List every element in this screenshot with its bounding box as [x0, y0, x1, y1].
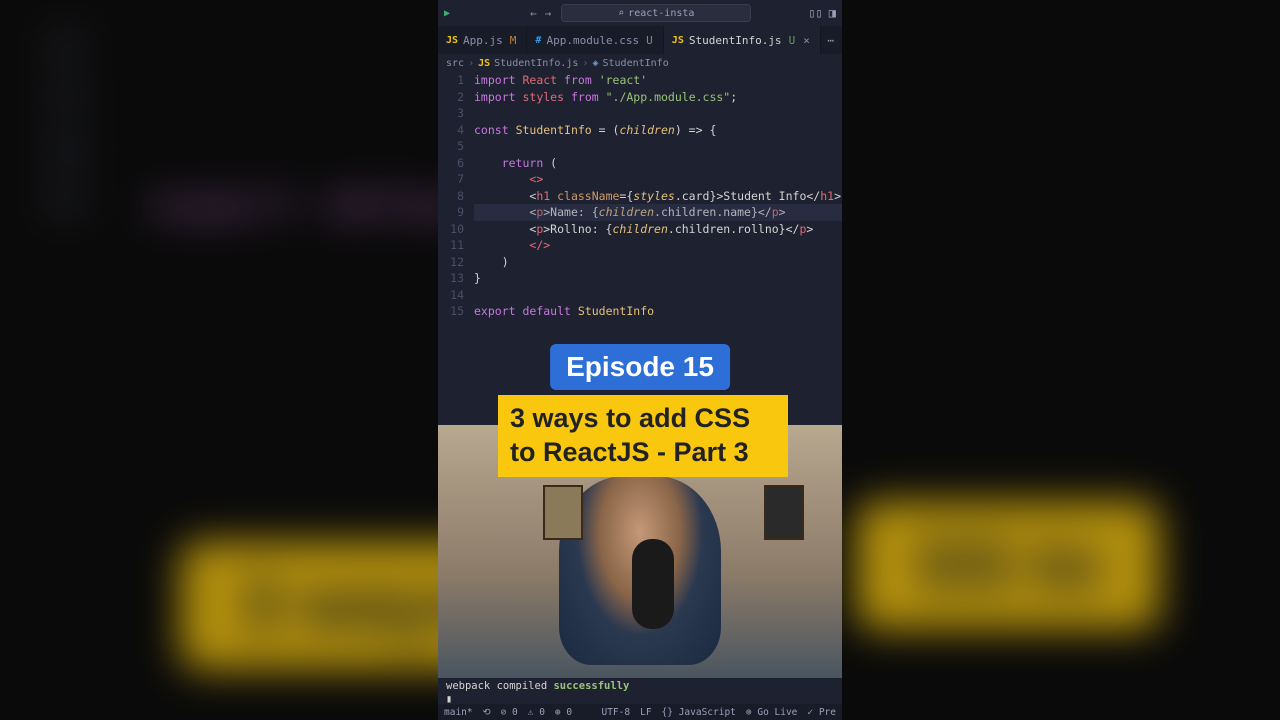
episode-badge: Episode 15	[550, 344, 730, 390]
tab-bar: JS App.js M # App.module.css U JS Studen…	[438, 26, 842, 54]
bg-ln: 13	[40, 72, 88, 124]
errors-button[interactable]: ⊘ 0	[501, 707, 518, 718]
run-icon[interactable]: ▶	[444, 8, 450, 19]
untracked-icon: U	[789, 34, 796, 47]
symbol-icon: ◈	[592, 58, 598, 69]
chevron-right-icon: ›	[582, 58, 588, 69]
tab-appjs[interactable]: JS App.js M	[438, 26, 527, 54]
untracked-icon: U	[646, 34, 653, 47]
back-icon[interactable]: ←	[530, 7, 537, 20]
video-title: 3 ways to add CSS to ReactJS - Part 3	[498, 395, 788, 477]
bg-ln: 14	[40, 124, 88, 176]
layout-icons: ▯▯ ◨	[808, 6, 836, 20]
sync-icon[interactable]: ⟲	[483, 707, 491, 718]
tab-studentinfo[interactable]: JS StudentInfo.js U ×	[664, 26, 821, 54]
close-icon[interactable]: ×	[803, 34, 810, 47]
eol-button[interactable]: LF	[640, 707, 651, 718]
panel-left-icon[interactable]: ▯▯	[808, 6, 822, 20]
titlebar: ▶ ← → ⌕ react-insta ▯▯ ◨	[438, 0, 842, 26]
tabs-overflow[interactable]: ⋯	[827, 26, 842, 54]
statusbar: main* ⟲ ⊘ 0 ⚠ 0 ⊕ 0 UTF-8 LF {} JavaScri…	[438, 704, 842, 720]
ports-button[interactable]: ⊕ 0	[555, 707, 572, 718]
js-icon: JS	[446, 35, 458, 46]
language-button[interactable]: {} JavaScript	[662, 707, 736, 718]
wall-frame	[764, 485, 804, 540]
search-text: react-insta	[628, 8, 694, 19]
line-highlight	[474, 204, 842, 221]
js-icon: JS	[478, 58, 490, 69]
panel-right-icon[interactable]: ◨	[829, 6, 836, 20]
chevron-right-icon: ›	[468, 58, 474, 69]
bg-gutter: 12 13 14 15	[40, 20, 88, 228]
search-icon: ⌕	[618, 8, 624, 19]
css-icon: #	[535, 35, 541, 46]
crumb-symbol: StudentInfo	[603, 58, 669, 69]
warnings-button[interactable]: ⚠ 0	[528, 707, 545, 718]
nav-arrows: ← →	[530, 7, 551, 20]
bg-yellow-right: SS to	[856, 501, 1160, 630]
microphone	[632, 539, 674, 629]
breadcrumb[interactable]: src › JS StudentInfo.js › ◈ StudentInfo	[438, 54, 842, 72]
js-icon: JS	[672, 35, 684, 46]
crumb-src: src	[446, 58, 464, 69]
bg-ln: 12	[40, 20, 88, 72]
term-output: webpack compiled	[446, 680, 553, 692]
tab-appmodulecss[interactable]: # App.module.css U	[527, 26, 663, 54]
modified-icon: M	[510, 34, 517, 47]
tab-label: App.js	[463, 34, 503, 47]
wall-frame	[543, 485, 583, 540]
tab-label: App.module.css	[546, 34, 639, 47]
term-success: successfully	[553, 680, 629, 692]
terminal[interactable]: webpack compiled successfully ▮	[438, 678, 842, 706]
crumb-file: StudentInfo.js	[494, 58, 578, 69]
branch-button[interactable]: main*	[444, 707, 473, 718]
golive-button[interactable]: ⊚ Go Live	[746, 707, 797, 718]
prettier-button[interactable]: ✓ Pre	[807, 707, 836, 718]
bg-ln: 15	[40, 176, 88, 228]
forward-icon[interactable]: →	[545, 7, 552, 20]
search-input[interactable]: ⌕ react-insta	[561, 4, 751, 22]
encoding-button[interactable]: UTF-8	[601, 707, 630, 718]
tab-label: StudentInfo.js	[689, 34, 782, 47]
